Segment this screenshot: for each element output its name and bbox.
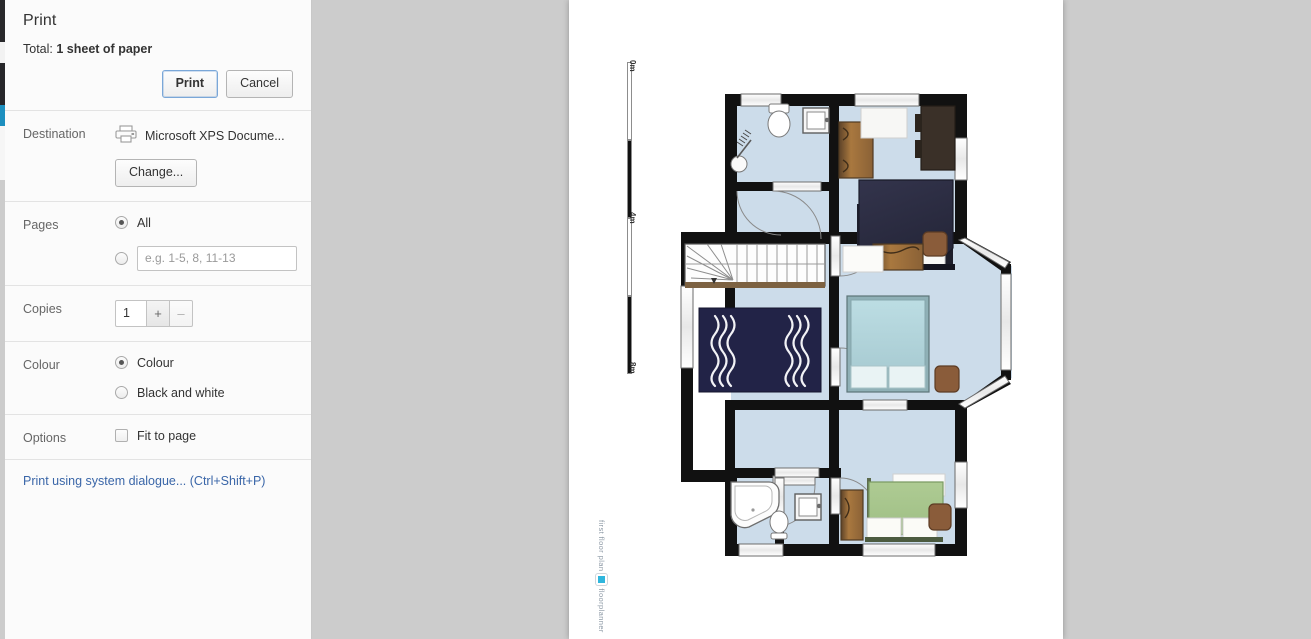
colour-body: Colour Black and white <box>115 356 293 400</box>
destination-current: Microsoft XPS Docume... <box>115 125 293 148</box>
colour-radio[interactable] <box>115 356 128 370</box>
wardrobe <box>840 489 864 541</box>
stool <box>922 231 948 257</box>
pages-all-option[interactable]: All <box>115 216 297 230</box>
total-label: Total: <box>23 42 53 56</box>
copies-body: 1 + – <box>115 299 293 327</box>
colour-option-bw[interactable]: Black and white <box>115 386 293 400</box>
pages-all-radio[interactable] <box>115 216 128 230</box>
cancel-button[interactable]: Cancel <box>226 70 293 98</box>
options-row: Options Fit to page <box>5 415 311 459</box>
wardrobe <box>915 105 956 171</box>
page-title: Print <box>23 12 57 29</box>
copies-label: Copies <box>23 301 62 316</box>
staircase <box>684 243 826 288</box>
mat <box>842 245 884 273</box>
mat <box>860 107 908 139</box>
total-summary: Total: 1 sheet of paper <box>23 42 293 56</box>
screen: Print Total: 1 sheet of paper Print Canc… <box>0 0 1311 639</box>
double-bed-teal <box>846 295 930 393</box>
total-value: 1 sheet of paper <box>56 42 153 56</box>
copies-row: Copies 1 + – <box>5 286 311 341</box>
watermark-text-right: floorplanner <box>597 588 606 633</box>
dialog-action-buttons: Print Cancel <box>5 56 311 110</box>
washbasin-icon <box>802 107 830 134</box>
pages-row: Pages All e.g. 1-5, 8, 11-13 <box>5 202 311 285</box>
black-and-white-radio[interactable] <box>115 386 128 400</box>
scale-segment <box>627 62 632 140</box>
washbasin-icon <box>794 493 822 521</box>
preview-page: 0m 4m 8m first floor plan floorplanner <box>569 0 1063 639</box>
colour-option-colour[interactable]: Colour <box>115 356 293 370</box>
destination-row: Destination Microsoft XPS Docume... Chan… <box>5 111 311 201</box>
floor-plan-svg <box>680 93 1012 557</box>
pages-range-option[interactable]: e.g. 1-5, 8, 11-13 <box>115 245 297 271</box>
change-destination-button[interactable]: Change... <box>115 158 198 187</box>
pages-all-label: All <box>137 215 151 230</box>
floorplanner-logo-icon <box>596 574 607 586</box>
copies-decrease-button[interactable]: – <box>170 299 193 327</box>
print-dialog-header: Print Total: 1 sheet of paper <box>5 0 311 56</box>
stool <box>934 365 960 393</box>
toilet-icon <box>769 510 789 540</box>
pages-range-input[interactable]: e.g. 1-5, 8, 11-13 <box>137 245 297 271</box>
pages-body: All e.g. 1-5, 8, 11-13 <box>115 216 297 271</box>
fit-to-page-label: Fit to page <box>137 428 197 443</box>
fit-to-page-option[interactable]: Fit to page <box>115 429 293 443</box>
toilet-icon <box>767 103 791 138</box>
pages-label: Pages <box>23 217 59 232</box>
colour-label: Colour <box>23 357 60 372</box>
scale-tick-4m: 4m <box>628 212 637 224</box>
copies-input[interactable]: 1 <box>115 299 147 327</box>
floor-plan-drawing <box>667 78 1017 568</box>
fit-to-page-checkbox[interactable] <box>115 429 128 443</box>
destination-printer-name: Microsoft XPS Docume... <box>145 129 285 144</box>
pages-range-radio[interactable] <box>115 251 128 265</box>
destination-label: Destination <box>23 126 86 141</box>
scale-tick-8m: 8m <box>628 362 637 374</box>
print-using-system-dialogue-link[interactable]: Print using system dialogue... (Ctrl+Shi… <box>5 460 311 502</box>
black-and-white-label: Black and white <box>137 385 225 400</box>
floorplanner-watermark: first floor plan floorplanner <box>596 520 607 633</box>
colour-option-label: Colour <box>137 355 174 370</box>
scale-tick-0m: 0m <box>628 60 637 72</box>
landing-hall-contents <box>684 243 826 393</box>
destination-body: Microsoft XPS Docume... Change... <box>115 125 293 187</box>
stool <box>928 503 952 531</box>
scale-segment <box>627 218 632 296</box>
printer-icon <box>115 125 137 148</box>
options-label: Options <box>23 430 67 445</box>
rug <box>698 307 822 393</box>
print-button[interactable]: Print <box>161 70 219 98</box>
copies-stepper[interactable]: 1 + – <box>115 299 293 327</box>
options-body: Fit to page <box>115 429 293 443</box>
print-dialog-panel: Print Total: 1 sheet of paper Print Canc… <box>5 0 312 639</box>
scale-segment <box>627 140 632 218</box>
colour-row: Colour Colour Black and white <box>5 342 311 414</box>
scale-bar: 0m 4m 8m <box>624 60 637 377</box>
watermark-text-left: first floor plan <box>597 520 606 572</box>
copies-increase-button[interactable]: + <box>147 299 170 327</box>
print-preview-area[interactable]: 0m 4m 8m first floor plan floorplanner <box>312 0 1311 639</box>
